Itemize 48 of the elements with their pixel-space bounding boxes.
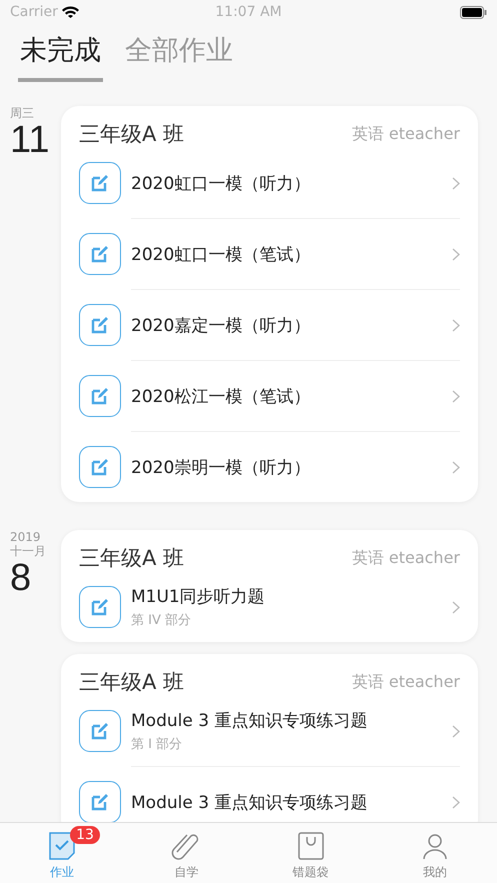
- count-badge: 13: [70, 826, 100, 844]
- status-time: 11:07 AM: [215, 4, 282, 20]
- edit-icon: [90, 597, 110, 617]
- edit-icon: [90, 721, 110, 741]
- assignment-title[interactable]: Module 3 重点知识专项练习题: [131, 709, 442, 732]
- tab-bar-label[interactable]: 错题袋: [292, 864, 329, 881]
- chevron-icon: [452, 600, 460, 614]
- assignment-title[interactable]: Module 3 重点知识专项练习题: [131, 790, 442, 814]
- wifi-icon: [62, 6, 79, 18]
- assignment-title[interactable]: 2020崇明一模（听力）: [131, 456, 442, 478]
- checklist-icon: [49, 832, 76, 860]
- assignment-title[interactable]: 2020嘉定一模（听力）: [131, 314, 442, 336]
- edit-icon: [90, 792, 110, 812]
- edit-icon: [90, 173, 110, 193]
- bag-icon: [298, 832, 324, 860]
- subject-teacher: 英语 eteacher: [352, 124, 460, 144]
- edit-icon: [90, 386, 110, 406]
- chevron-icon: [452, 390, 460, 402]
- assignment-title[interactable]: 2020虹口一模（听力）: [131, 172, 442, 194]
- chevron-icon: [452, 176, 460, 190]
- carrier-name: Carrier: [10, 4, 58, 20]
- chevron-icon: [452, 796, 460, 808]
- assignment-part: 第 IV 部分: [131, 612, 192, 629]
- class-name: 三年级A 班: [79, 669, 184, 696]
- assignment-part: 第 I 部分: [131, 736, 184, 753]
- assignment-title[interactable]: 2020松江一模（笔试）: [131, 384, 442, 408]
- tab[interactable]: 未完成: [18, 32, 103, 82]
- class-name: 三年级A 班: [79, 121, 184, 148]
- date-day: 11: [10, 120, 61, 160]
- date-year: 2019: [10, 530, 42, 544]
- chevron-icon: [452, 318, 460, 332]
- date-label: 十一月: [10, 544, 47, 558]
- subject-teacher: 英语 eteacher: [352, 672, 460, 692]
- date-label: 周三: [10, 106, 35, 120]
- assignment-title[interactable]: 2020虹口一模（笔试）: [131, 242, 442, 266]
- chevron-icon: [452, 724, 460, 738]
- battery-icon: [460, 6, 487, 18]
- edit-icon: [90, 457, 110, 477]
- subject-teacher: 英语 eteacher: [352, 548, 460, 568]
- chevron-icon: [452, 460, 460, 474]
- class-name: 三年级A 班: [79, 545, 184, 572]
- date-day: 8: [10, 558, 61, 598]
- person-icon: [422, 832, 448, 860]
- assignment-title[interactable]: M1U1同步听力题: [131, 585, 442, 608]
- edit-icon: [90, 244, 110, 264]
- edit-icon: [90, 315, 110, 335]
- tab-bar-label[interactable]: 我的: [422, 864, 447, 881]
- chevron-icon: [452, 248, 460, 260]
